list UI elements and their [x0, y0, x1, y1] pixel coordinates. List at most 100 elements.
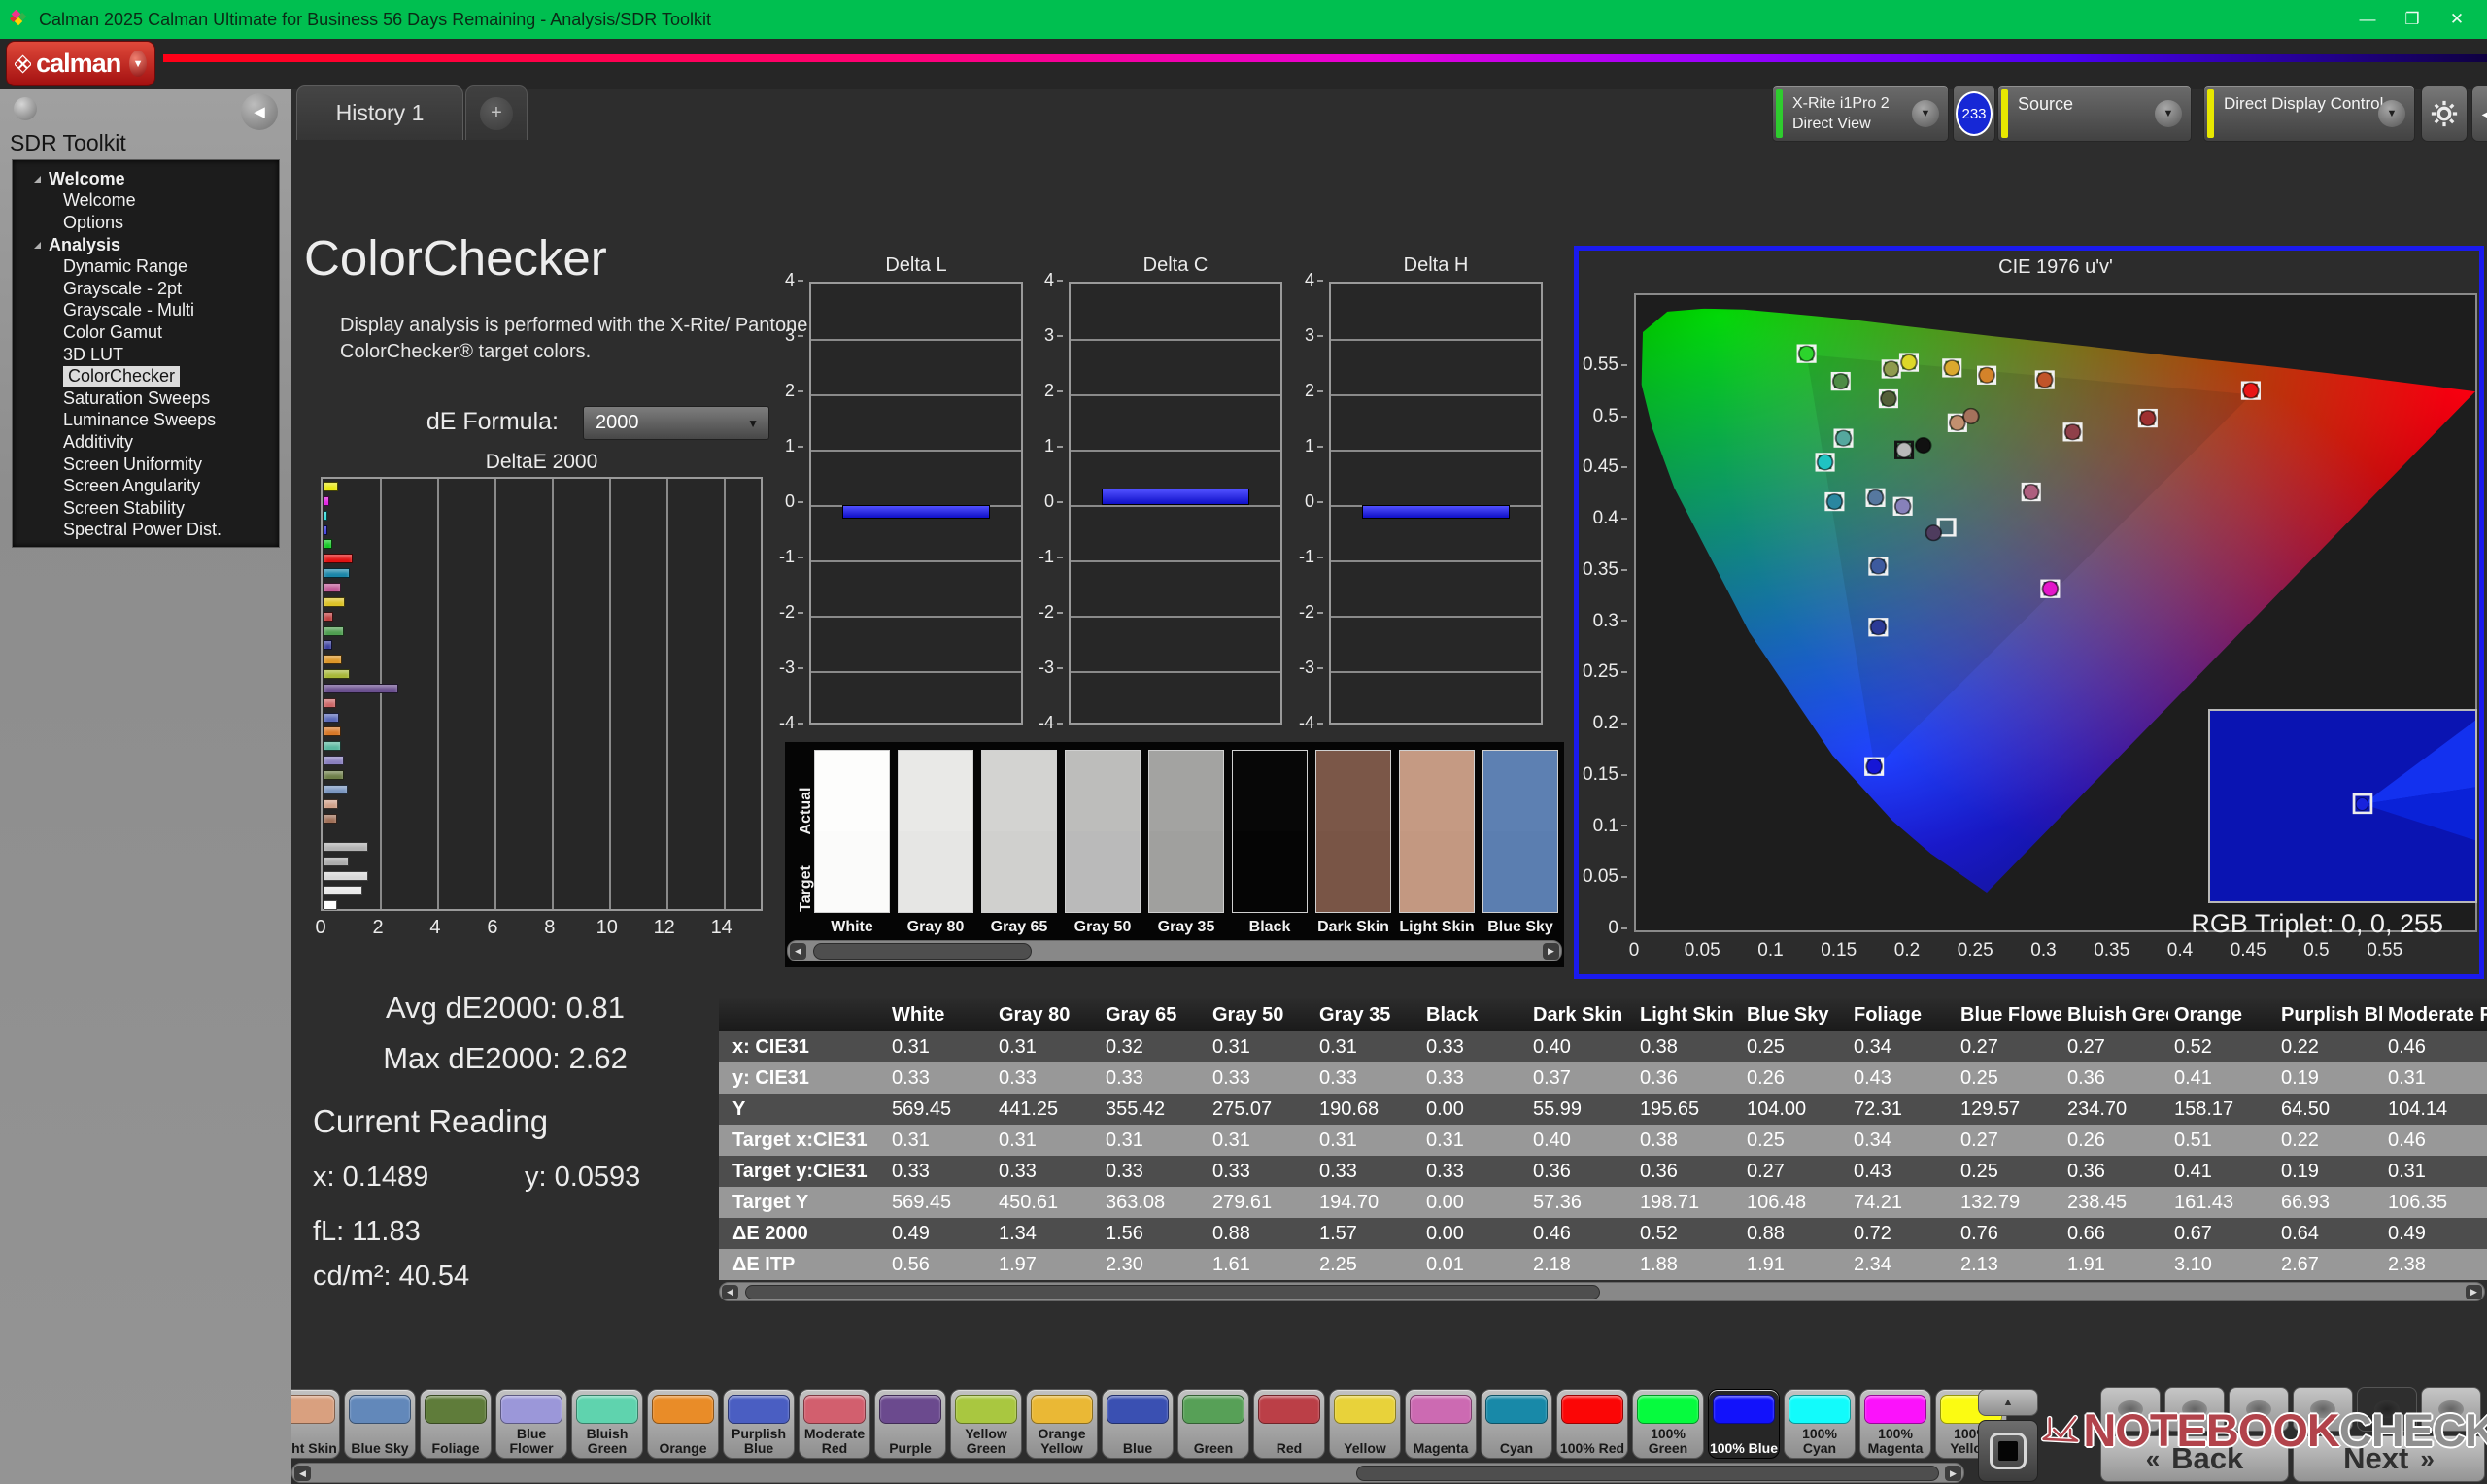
transport-button-6[interactable] — [2421, 1387, 2481, 1432]
table-cell: 0.41 — [2168, 1067, 2275, 1090]
meter-session-button[interactable]: 233 — [1953, 85, 1995, 142]
sidebar-item-colorchecker[interactable]: ColorChecker — [13, 365, 279, 388]
scroll-right-arrow[interactable]: ▶ — [2466, 1285, 2482, 1299]
patch-button-magenta[interactable]: Magenta — [1405, 1389, 1477, 1459]
table-cell: 0.00 — [1420, 1098, 1527, 1121]
patch-button-100-red[interactable]: 100% Red — [1556, 1389, 1628, 1459]
table-cell: 161.43 — [2168, 1192, 2275, 1214]
swatch-gray-35[interactable] — [1148, 750, 1224, 913]
delta-chart-delta-c[interactable]: Delta C43210-1-2-3-4 — [1030, 254, 1286, 745]
close-button[interactable]: ✕ — [2435, 0, 2479, 39]
patch-button-orange-yellow[interactable]: Orange Yellow — [1026, 1389, 1098, 1459]
maximize-button[interactable]: ❐ — [2390, 0, 2435, 39]
de-bar-100-yellow — [324, 482, 338, 491]
sidebar-item-screen-stability[interactable]: Screen Stability — [13, 497, 279, 520]
scroll-left-arrow[interactable]: ◀ — [294, 1466, 311, 1481]
cie-1976-chart[interactable]: CIE 1976 u'v' — [1574, 246, 2484, 979]
scroll-right-arrow[interactable]: ▶ — [1945, 1466, 1961, 1481]
transport-button-3[interactable] — [2229, 1387, 2289, 1432]
table-cell: 2.13 — [1955, 1254, 2061, 1276]
transport-button-1[interactable] — [2100, 1387, 2161, 1432]
swatch-dark-skin[interactable] — [1315, 750, 1391, 913]
sidebar-item-screen-uniformity[interactable]: Screen Uniformity — [13, 454, 279, 476]
patch-button-bluish-green[interactable]: Bluish Green — [571, 1389, 643, 1459]
next-button[interactable]: Next» — [2293, 1435, 2485, 1482]
patch-button-blue-sky[interactable]: Blue Sky — [344, 1389, 416, 1459]
swatch-light-skin[interactable] — [1399, 750, 1475, 913]
tab-history-1[interactable]: History 1 — [296, 85, 463, 140]
scroll-thumb[interactable] — [745, 1285, 1600, 1299]
swatch-scrollbar[interactable]: ◀▶ — [787, 940, 1562, 961]
de-formula-select[interactable]: 2000 ▼ — [583, 406, 769, 440]
swatch-gray-50[interactable] — [1065, 750, 1141, 913]
scroll-right-arrow[interactable]: ▶ — [1543, 943, 1559, 960]
sidebar-item-spectral-power-dist[interactable]: Spectral Power Dist. — [13, 520, 279, 542]
sidebar-item-label: Welcome — [49, 169, 125, 189]
settings-button[interactable] — [2421, 85, 2468, 142]
cie-measured-red — [2243, 383, 2259, 398]
patch-button-moderate-red[interactable]: Moderate Red — [799, 1389, 870, 1459]
patch-button-cyan[interactable]: Cyan — [1481, 1389, 1552, 1459]
swatch-blue-sky[interactable] — [1482, 750, 1558, 913]
table-scrollbar[interactable]: ◀▶ — [719, 1282, 2485, 1301]
sidebar-item-luminance-sweeps[interactable]: Luminance Sweeps — [13, 410, 279, 432]
sidebar-item-3d-lut[interactable]: 3D LUT — [13, 344, 279, 366]
sidebar-item-welcome[interactable]: Welcome — [13, 190, 279, 213]
patch-button-blue-flower[interactable]: Blue Flower — [495, 1389, 567, 1459]
gridline — [1071, 616, 1280, 618]
colorchecker-swatch-strip[interactable]: Actual Target WhiteGray 80Gray 65Gray 50… — [785, 742, 1564, 967]
meter-dropdown[interactable]: X-Rite i1Pro 2 Direct View ▼ — [1772, 85, 1949, 142]
source-dropdown[interactable]: Source ▼ — [1997, 85, 2192, 142]
back-button[interactable]: «Back — [2100, 1435, 2289, 1482]
sidebar-item-options[interactable]: Options — [13, 212, 279, 234]
sidebar-pin-button[interactable] — [14, 97, 37, 120]
patch-button-100-green[interactable]: 100% Green — [1632, 1389, 1704, 1459]
transport-button-2[interactable] — [2164, 1387, 2225, 1432]
scroll-left-arrow[interactable]: ◀ — [790, 943, 806, 960]
display-control-dropdown[interactable]: Direct Display Control ▼ — [2203, 85, 2415, 142]
patch-button-green[interactable]: Green — [1177, 1389, 1249, 1459]
sidebar-collapse-button[interactable]: ◀ — [241, 93, 278, 130]
sidebar-item-grayscale-multi[interactable]: Grayscale - Multi — [13, 300, 279, 322]
patch-button-light-skin[interactable]: Light Skin — [291, 1389, 340, 1459]
delta-e-2000-chart[interactable]: DeltaE 2000 02468101214 — [309, 451, 766, 956]
delta-chart-delta-l[interactable]: Delta L43210-1-2-3-4 — [770, 254, 1027, 745]
minimize-button[interactable]: — — [2345, 0, 2390, 39]
sidebar-item-welcome[interactable]: Welcome — [13, 168, 279, 190]
sidebar-item-color-gamut[interactable]: Color Gamut — [13, 321, 279, 344]
patch-button-100-blue[interactable]: 100% Blue — [1708, 1389, 1780, 1459]
calman-menu-button[interactable]: calman ▼ — [6, 41, 155, 86]
swatch-gray-80[interactable] — [898, 750, 973, 913]
scroll-thumb[interactable] — [1356, 1466, 1939, 1481]
scroll-left-arrow[interactable]: ◀ — [722, 1285, 738, 1299]
swatch-gray-65[interactable] — [981, 750, 1057, 913]
swatch-white[interactable] — [814, 750, 890, 913]
patch-button-purple[interactable]: Purple — [874, 1389, 946, 1459]
patch-button-yellow[interactable]: Yellow — [1329, 1389, 1401, 1459]
transport-button-5[interactable] — [2357, 1387, 2417, 1432]
patch-button-purplish-blue[interactable]: Purplish Blue — [723, 1389, 795, 1459]
patch-button-blue[interactable]: Blue — [1102, 1389, 1174, 1459]
transport-button-4[interactable] — [2293, 1387, 2353, 1432]
sidebar-item-analysis[interactable]: Analysis — [13, 234, 279, 256]
patch-scrollbar[interactable]: ◀▶ — [291, 1463, 1964, 1483]
swatch-black[interactable] — [1232, 750, 1308, 913]
patch-button-100-cyan[interactable]: 100% Cyan — [1784, 1389, 1856, 1459]
panel-collapse-button[interactable]: ◀ — [2471, 85, 2487, 142]
sidebar-item-grayscale-2pt[interactable]: Grayscale - 2pt — [13, 278, 279, 300]
pattern-blackout-button[interactable] — [1978, 1420, 2038, 1482]
row-label: Target y:CIE31 — [719, 1161, 886, 1183]
patch-button-100-magenta[interactable]: 100% Magenta — [1859, 1389, 1931, 1459]
patch-button-foliage[interactable]: Foliage — [420, 1389, 492, 1459]
sidebar-item-dynamic-range[interactable]: Dynamic Range — [13, 255, 279, 278]
patch-button-yellow-green[interactable]: Yellow Green — [950, 1389, 1022, 1459]
pattern-up-button[interactable]: ▲ — [1978, 1389, 2038, 1416]
patch-button-red[interactable]: Red — [1253, 1389, 1325, 1459]
sidebar-item-screen-angularity[interactable]: Screen Angularity — [13, 475, 279, 497]
scroll-thumb[interactable] — [813, 943, 1032, 960]
sidebar-item-saturation-sweeps[interactable]: Saturation Sweeps — [13, 388, 279, 410]
delta-chart-delta-h[interactable]: Delta H43210-1-2-3-4 — [1290, 254, 1547, 745]
add-tab-button[interactable]: + — [465, 85, 528, 140]
sidebar-item-additivity[interactable]: Additivity — [13, 431, 279, 454]
patch-button-orange[interactable]: Orange — [647, 1389, 719, 1459]
